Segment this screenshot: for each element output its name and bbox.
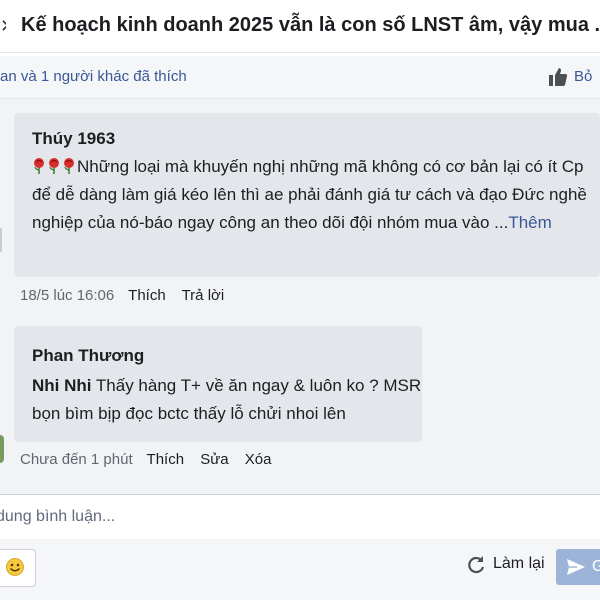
comment-list: Thúy 1963 Những loại mà khuyến nghị nhữn… [0, 99, 600, 494]
thumbs-up-icon[interactable] [548, 67, 568, 87]
comment-composer [0, 494, 600, 540]
comment-input[interactable] [0, 495, 600, 539]
rose-icon [32, 157, 77, 176]
edit-button[interactable]: Sửa [200, 451, 228, 468]
send-icon [567, 559, 585, 575]
retry-button[interactable]: Làm lại [493, 555, 545, 573]
like-summary-bar: an và 1 người khác đã thích Bỏ [0, 56, 600, 99]
delete-button[interactable]: Xóa [245, 451, 272, 468]
mention-link[interactable]: Nhi Nhi [32, 376, 92, 395]
send-button[interactable]: G [556, 549, 600, 585]
comment-text: Nhi Nhi Thấy hàng T+ về ăn ngay & luôn k… [32, 372, 422, 428]
comment-timestamp[interactable]: 18/5 lúc 16:06 [20, 287, 114, 304]
refresh-icon[interactable] [466, 555, 486, 575]
comment-text: Những loại mà khuyến nghị những mã không… [32, 153, 600, 237]
comment-bubble: Phan Thương Nhi Nhi Thấy hàng T+ về ăn n… [14, 326, 422, 442]
comment-meta: Chưa đến 1 phút Thích Sửa Xóa [20, 451, 283, 468]
close-icon[interactable]: ✕ [0, 17, 6, 35]
comment-bubble: Thúy 1963 Những loại mà khuyến nghị nhữn… [14, 113, 600, 277]
composer-toolbar: Làm lại G [0, 539, 600, 600]
comment-author[interactable]: Phan Thương [32, 346, 144, 366]
like-summary-text[interactable]: an và 1 người khác đã thích [0, 68, 187, 85]
avatar[interactable] [0, 228, 2, 252]
like-comment-button[interactable]: Thích [128, 287, 166, 304]
avatar[interactable] [0, 435, 4, 463]
see-more-link[interactable]: Thêm [508, 213, 551, 232]
post-header: ✕ Kế hoạch kinh doanh 2025 vẫn là con số… [0, 0, 600, 53]
smiley-icon [6, 558, 24, 576]
emoji-button[interactable] [0, 549, 36, 587]
comment-timestamp[interactable]: Chưa đến 1 phút [20, 451, 133, 468]
post-title: Kế hoạch kinh doanh 2025 vẫn là con số L… [21, 14, 600, 36]
comment-meta: 18/5 lúc 16:06 Thích Trả lời [20, 287, 236, 304]
reply-button[interactable]: Trả lời [182, 287, 225, 304]
unlike-button[interactable]: Bỏ [574, 68, 592, 85]
comment-author[interactable]: Thúy 1963 [32, 129, 115, 149]
ellipsis: ... [494, 213, 509, 232]
like-comment-button[interactable]: Thích [147, 451, 185, 468]
send-label: G [592, 558, 600, 575]
